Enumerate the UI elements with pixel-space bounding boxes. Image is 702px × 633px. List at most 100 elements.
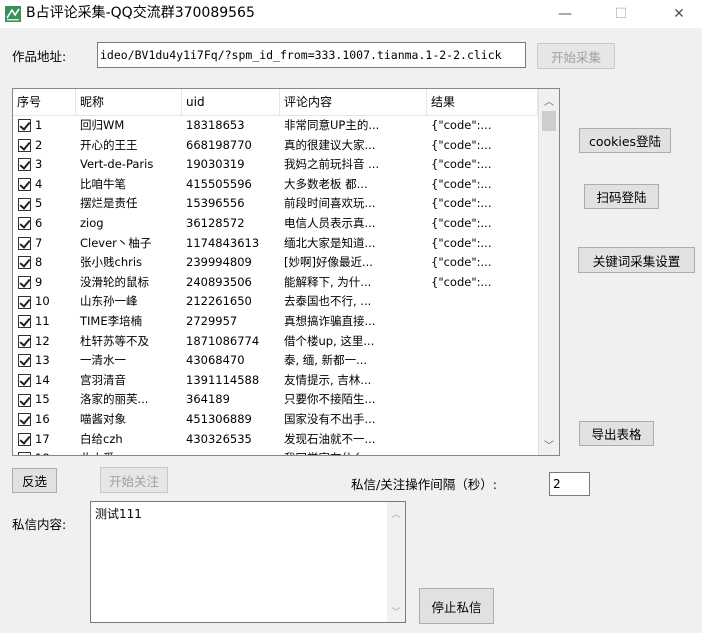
- row-checkbox[interactable]: [18, 276, 31, 290]
- row-comment: [妙啊]好像最近...: [284, 255, 373, 270]
- row-number: 18: [35, 449, 50, 455]
- message-text: 测试111: [95, 507, 142, 521]
- row-uid: 1391114588: [186, 372, 260, 387]
- table-row[interactable]: 4 比咱牛笔 415505596 大多数老板 都... {"code":...: [13, 175, 538, 195]
- row-checkbox[interactable]: [18, 119, 31, 133]
- row-comment: 电信人员表示真...: [284, 215, 376, 230]
- table-body: 1 回归WM 18318653 非常同意UP主的... {"code":... 2 开心的王…: [13, 116, 538, 455]
- row-number-cell: 13: [13, 351, 76, 371]
- table-row[interactable]: 3 Vert-de-Paris 19030319 我妈之前玩抖音 ... {"code"…: [13, 155, 538, 175]
- row-checkbox[interactable]: [18, 393, 31, 407]
- start-collect-button[interactable]: 开始采集: [537, 43, 615, 69]
- table-row[interactable]: 15 洛家的丽芙... 364189 只要你不接陌生...: [13, 390, 538, 410]
- table-row[interactable]: 11 TIME李培楠 2729957 真想搞诈骗直接...: [13, 312, 538, 332]
- comment-table[interactable]: 序号 昵称 uid 评论内容 结果 1 回归WM 18318653 非常同意UP主的.…: [12, 88, 560, 456]
- row-result: {"code":...: [431, 235, 492, 250]
- row-checkbox[interactable]: [18, 236, 31, 250]
- row-checkbox[interactable]: [18, 295, 31, 309]
- row-number: 7: [35, 235, 43, 250]
- row-name: ziog: [80, 215, 104, 230]
- table-row[interactable]: 12 杜轩苏等不及 1871086774 借个楼up, 这里...: [13, 332, 538, 352]
- table-row[interactable]: 13 一清水一 43068470 泰, 缅, 新都一...: [13, 351, 538, 371]
- message-scrollbar[interactable]: ︿ ﹀: [387, 502, 405, 622]
- column-header-no[interactable]: 序号: [13, 89, 76, 115]
- row-checkbox[interactable]: [18, 217, 31, 231]
- stop-message-button[interactable]: 停止私信: [419, 588, 494, 624]
- table-row[interactable]: 17 白给czh 430326535 发现石油就不一...: [13, 430, 538, 450]
- row-number-cell: 9: [13, 273, 76, 293]
- scroll-up-icon[interactable]: ︿: [539, 91, 559, 109]
- row-checkbox[interactable]: [18, 315, 31, 329]
- table-row[interactable]: 5 摆烂是责任 15396556 前段时间喜欢玩... {"code":...: [13, 194, 538, 214]
- keyword-settings-button[interactable]: 关键词采集设置: [578, 247, 695, 273]
- interval-label: 私信/关注操作间隔（秒）:: [351, 477, 497, 492]
- row-number: 9: [35, 274, 43, 289]
- interval-input[interactable]: 2: [549, 472, 590, 496]
- close-button[interactable]: ✕: [656, 0, 702, 28]
- row-number-cell: 7: [13, 234, 76, 254]
- row-uid: 364189: [186, 392, 230, 407]
- table-row[interactable]: 10 山东孙一峰 212261650 去泰国也不行, ...: [13, 292, 538, 312]
- row-checkbox[interactable]: [18, 413, 31, 427]
- row-uid: 239994809: [186, 255, 252, 270]
- row-name: 杜轩苏等不及: [80, 333, 149, 348]
- row-checkbox[interactable]: [18, 432, 31, 446]
- title-bar: B占评论采集-QQ交流群370089565 — ☐ ✕: [0, 0, 702, 28]
- row-checkbox[interactable]: [18, 334, 31, 348]
- cookies-login-button[interactable]: cookies登陆: [579, 128, 671, 153]
- row-uid: 430326535: [186, 431, 252, 446]
- table-row[interactable]: 9 没滑轮的鼠标 240893506 能解释下, 为什... {"code":...: [13, 273, 538, 293]
- table-row[interactable]: 8 张小贱chris 239994809 [妙啊]好像最近... {"code":...: [13, 253, 538, 273]
- url-input[interactable]: ideo/BV1du4y1i7Fq/?spm_id_from=333.1007.…: [97, 42, 526, 68]
- row-result: {"code":...: [431, 118, 492, 132]
- message-textarea[interactable]: 测试111 ︿ ﹀: [90, 501, 406, 623]
- table-scrollbar[interactable]: ︿ ﹀: [538, 89, 559, 455]
- scroll-thumb[interactable]: [542, 111, 556, 131]
- scroll-down-icon[interactable]: ﹀: [539, 435, 559, 453]
- maximize-button[interactable]: ☐: [598, 0, 644, 28]
- table-row[interactable]: 7 Clever丶柚子 1174843613 缅北大家是知道... {"code":..…: [13, 234, 538, 254]
- export-table-button[interactable]: 导出表格: [579, 421, 654, 446]
- row-comment: 真想搞诈骗直接...: [284, 313, 376, 328]
- row-uid: 451306889: [186, 411, 252, 426]
- memo-scroll-down-icon[interactable]: ﹀: [387, 602, 405, 620]
- table-row[interactable]: 1 回归WM 18318653 非常同意UP主的... {"code":...: [13, 116, 538, 136]
- row-uid: 19030319: [186, 157, 245, 172]
- row-number: 6: [35, 215, 43, 230]
- column-header-result[interactable]: 结果: [427, 89, 538, 115]
- column-header-comment[interactable]: 评论内容: [280, 89, 427, 115]
- minimize-button[interactable]: —: [542, 0, 588, 28]
- table-row[interactable]: 18 此小爱 我同学家在什么: [13, 449, 538, 455]
- table-row[interactable]: 6 ziog 36128572 电信人员表示真... {"code":...: [13, 214, 538, 234]
- row-comment: 我同学家在什么: [280, 449, 427, 455]
- row-checkbox[interactable]: [18, 256, 31, 270]
- row-checkbox[interactable]: [18, 158, 31, 172]
- row-name: 宫羽清音: [80, 372, 126, 387]
- row-comment: 非常同意UP主的...: [284, 118, 380, 132]
- qr-login-button[interactable]: 扫码登陆: [584, 184, 659, 209]
- row-result: {"code":...: [431, 215, 492, 230]
- row-number: 1: [35, 118, 43, 132]
- row-checkbox[interactable]: [18, 374, 31, 388]
- row-number-cell: 16: [13, 410, 76, 430]
- column-header-uid[interactable]: uid: [182, 89, 280, 115]
- row-checkbox[interactable]: [18, 354, 31, 368]
- row-result: {"code":...: [431, 137, 492, 152]
- row-uid: 43068470: [186, 353, 245, 368]
- table-row[interactable]: 2 开心的王王 668198770 真的很建议大家... {"code":...: [13, 136, 538, 156]
- memo-scroll-up-icon[interactable]: ︿: [387, 504, 405, 522]
- row-checkbox[interactable]: [18, 138, 31, 152]
- table-row[interactable]: 14 宫羽清音 1391114588 友情提示, 吉林...: [13, 371, 538, 391]
- row-number-cell: 1: [13, 116, 76, 136]
- invert-selection-button[interactable]: 反选: [12, 468, 57, 493]
- row-checkbox[interactable]: [18, 197, 31, 211]
- row-number-cell: 4: [13, 175, 76, 195]
- row-comment: 大多数老板 都...: [284, 176, 368, 191]
- column-header-name[interactable]: 昵称: [76, 89, 182, 115]
- row-checkbox[interactable]: [18, 178, 31, 192]
- table-row[interactable]: 16 喵酱对象 451306889 国家没有不出手...: [13, 410, 538, 430]
- row-checkbox[interactable]: [18, 452, 31, 455]
- row-name: Clever丶柚子: [80, 235, 152, 250]
- row-uid: 415505596: [186, 176, 252, 191]
- start-follow-button[interactable]: 开始关注: [100, 467, 168, 493]
